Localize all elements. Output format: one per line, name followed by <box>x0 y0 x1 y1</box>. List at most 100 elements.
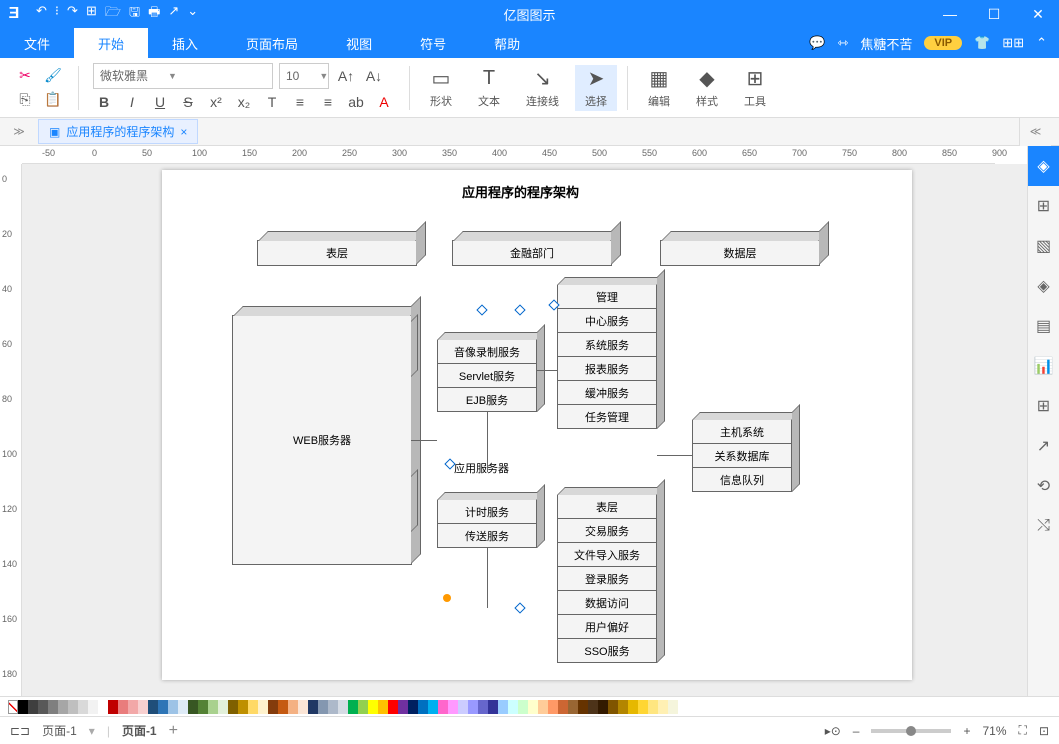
color-swatch[interactable] <box>378 700 388 714</box>
color-swatch[interactable] <box>188 700 198 714</box>
color-swatch[interactable] <box>478 700 488 714</box>
export-button[interactable]: ↗ <box>168 3 179 25</box>
canvas[interactable]: 应用程序的程序架构 表层 金融部门 数据层 WEB服务器 HTML服务 会话服务 <box>22 164 1027 696</box>
menu-symbol[interactable]: 符号 <box>396 28 470 58</box>
size-combo[interactable]: 10▼ <box>279 63 329 89</box>
color-swatch[interactable] <box>258 700 268 714</box>
color-swatch[interactable] <box>138 700 148 714</box>
color-swatch[interactable] <box>568 700 578 714</box>
color-swatch[interactable] <box>508 700 518 714</box>
color-swatch[interactable] <box>458 700 468 714</box>
color-swatch[interactable] <box>448 700 458 714</box>
color-swatch[interactable] <box>538 700 548 714</box>
color-swatch[interactable] <box>338 700 348 714</box>
text-highlight-button[interactable]: ab <box>345 91 367 113</box>
color-swatch[interactable] <box>428 700 438 714</box>
format-painter-button[interactable]: 🖌 <box>42 65 64 87</box>
grow-font-button[interactable]: A↑ <box>335 65 357 87</box>
color-swatch[interactable] <box>58 700 68 714</box>
page-layout-icon[interactable]: ⊏⊐ <box>10 724 30 738</box>
color-swatch[interactable] <box>228 700 238 714</box>
color-swatch[interactable] <box>328 700 338 714</box>
close-button[interactable]: ✕ <box>1017 0 1059 28</box>
panel-layers-icon[interactable]: ◈ <box>1028 266 1059 306</box>
panel-layout-icon[interactable]: ⊞ <box>1028 186 1059 226</box>
color-swatch[interactable] <box>368 700 378 714</box>
stack-host[interactable]: 主机系统 关系数据库 信息队列 <box>692 420 792 492</box>
color-swatch[interactable] <box>528 700 538 714</box>
color-swatch[interactable] <box>438 700 448 714</box>
share-icon[interactable]: ⇿ <box>837 35 848 51</box>
zoom-value[interactable]: 71% <box>983 724 1007 738</box>
subscript-button[interactable]: x₂ <box>233 91 255 113</box>
color-swatch[interactable] <box>398 700 408 714</box>
numbering-button[interactable]: ≡ <box>317 91 339 113</box>
add-page-button[interactable]: + <box>169 722 178 740</box>
vip-badge[interactable]: VIP <box>924 36 962 50</box>
panel-chart-icon[interactable]: 📊 <box>1028 346 1059 386</box>
font-color-button[interactable]: A <box>373 91 395 113</box>
tools-group[interactable]: ⊞工具 <box>734 65 776 111</box>
box-web-server[interactable]: WEB服务器 <box>232 315 412 565</box>
color-swatch[interactable] <box>38 700 48 714</box>
color-swatch[interactable] <box>218 700 228 714</box>
color-swatch[interactable] <box>148 700 158 714</box>
print-button[interactable]: 🖶 <box>148 3 160 25</box>
font-combo[interactable]: 微软雅黑▼ <box>93 63 273 89</box>
color-swatch[interactable] <box>668 700 678 714</box>
menu-layout[interactable]: 页面布局 <box>222 28 322 58</box>
color-swatch[interactable] <box>518 700 528 714</box>
menu-help[interactable]: 帮助 <box>470 28 544 58</box>
color-swatch[interactable] <box>308 700 318 714</box>
color-swatch[interactable] <box>658 700 668 714</box>
stack-app1[interactable]: 音像录制服务 Servlet服务 EJB服务 <box>437 340 537 412</box>
color-swatch[interactable] <box>468 700 478 714</box>
panel-page-icon[interactable]: ▤ <box>1028 306 1059 346</box>
qat-more-button[interactable]: ⌄ <box>187 3 198 25</box>
page-tab[interactable]: 页面-1 <box>122 722 157 739</box>
collapse-ribbon-icon[interactable]: ⌃ <box>1036 35 1047 51</box>
color-swatch[interactable] <box>348 700 358 714</box>
style-group[interactable]: ◆样式 <box>686 65 728 111</box>
color-swatch[interactable] <box>358 700 368 714</box>
box-surface-layer[interactable]: 表层 <box>257 240 417 266</box>
connector-tool[interactable]: ↘连接线 <box>516 65 569 111</box>
play-icon[interactable]: ▸⊙ <box>825 724 841 738</box>
edit-group[interactable]: ▦编辑 <box>638 65 680 111</box>
color-swatch[interactable] <box>248 700 258 714</box>
stack-layer[interactable]: 表层 交易服务 文件导入服务 登录服务 数据访问 用户偏好 SSO服务 <box>557 495 657 663</box>
color-swatch[interactable] <box>238 700 248 714</box>
bold-button[interactable]: B <box>93 91 115 113</box>
collapse-right-panel-button[interactable]: ≪ <box>1019 118 1051 146</box>
color-swatch[interactable] <box>98 700 108 714</box>
color-swatch[interactable] <box>168 700 178 714</box>
user-name[interactable]: 焦糖不苦 <box>860 34 912 53</box>
color-swatch[interactable] <box>288 700 298 714</box>
cut-button[interactable]: ✂ <box>14 65 36 87</box>
open-button[interactable]: 🗁 <box>105 3 121 25</box>
color-swatch[interactable] <box>598 700 608 714</box>
box-data-layer[interactable]: 数据层 <box>660 240 820 266</box>
color-swatch[interactable] <box>388 700 398 714</box>
shape-tool[interactable]: ▭形状 <box>420 65 462 111</box>
stack-timer[interactable]: 计时服务 传送服务 <box>437 500 537 548</box>
shrink-font-button[interactable]: A↓ <box>363 65 385 87</box>
color-swatch[interactable] <box>78 700 88 714</box>
color-swatch[interactable] <box>618 700 628 714</box>
theme-icon[interactable]: 👕 <box>974 35 990 51</box>
color-swatch[interactable] <box>418 700 428 714</box>
color-swatch[interactable] <box>578 700 588 714</box>
zoom-in-button[interactable]: + <box>963 724 970 738</box>
superscript-button[interactable]: x² <box>205 91 227 113</box>
page[interactable]: 应用程序的程序架构 表层 金融部门 数据层 WEB服务器 HTML服务 会话服务 <box>162 170 912 680</box>
color-swatch[interactable] <box>278 700 288 714</box>
feedback-icon[interactable]: 💬 <box>809 35 825 51</box>
document-tab[interactable]: ▣ 应用程序的程序架构 × <box>38 119 198 144</box>
panel-image-icon[interactable]: ▧ <box>1028 226 1059 266</box>
collapse-left-panel-button[interactable]: ≫ <box>8 118 30 146</box>
panel-export-icon[interactable]: ↗ <box>1028 426 1059 466</box>
color-swatch[interactable] <box>68 700 78 714</box>
close-tab-icon[interactable]: × <box>180 125 187 139</box>
underline-button[interactable]: U <box>149 91 171 113</box>
maximize-button[interactable]: ☐ <box>973 0 1015 28</box>
